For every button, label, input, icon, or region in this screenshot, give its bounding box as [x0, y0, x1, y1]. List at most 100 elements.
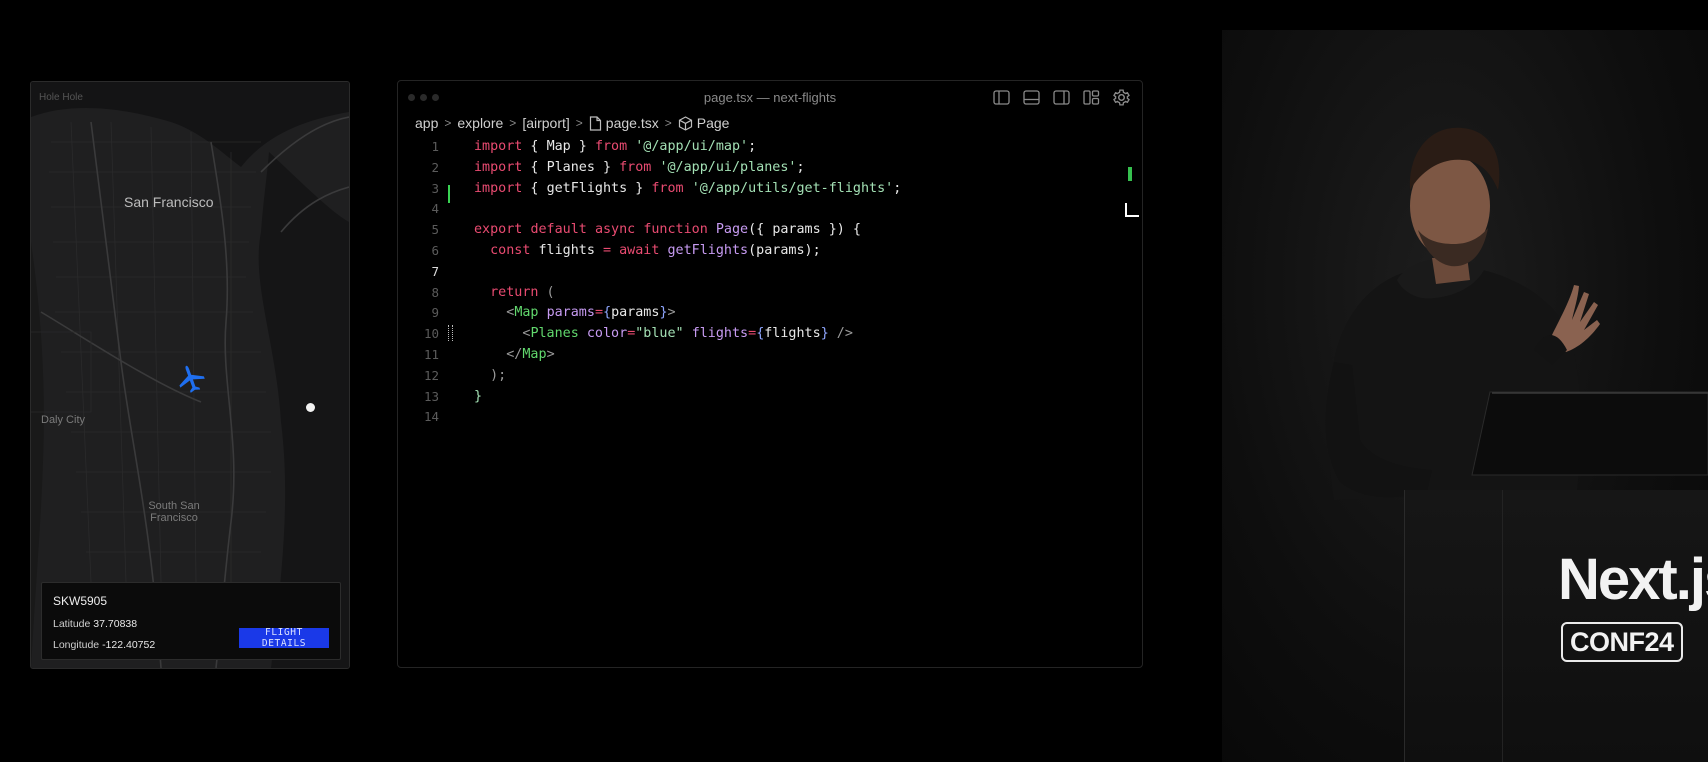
chevron-right-icon: > [509, 116, 517, 130]
airplane-icon[interactable] [175, 363, 207, 395]
code-token: ; [796, 159, 805, 175]
layout-toolbar [991, 87, 1132, 108]
latitude-label: Latitude [53, 618, 91, 630]
code-token: { [603, 305, 612, 321]
code-text: import { Map } from '@/app/ui/map'; [474, 137, 756, 158]
city-label-san-francisco: San Francisco [124, 194, 214, 210]
code-token: ({ [748, 222, 773, 238]
symbol-cube-icon [678, 115, 692, 131]
code-token: async [594, 222, 636, 238]
latitude-row: Latitude 37.70838 [53, 618, 137, 630]
code-token: flights [764, 326, 821, 342]
git-added-marker [448, 185, 450, 203]
chevron-right-icon: > [444, 116, 452, 130]
longitude-label: Longitude [53, 639, 100, 651]
longitude-row: Longitude -122.40752 [53, 639, 155, 651]
code-token: ; [893, 180, 902, 196]
code-text: import { getFlights } from '@/app/utils/… [474, 179, 901, 200]
line-number: 1 [431, 139, 439, 154]
code-token: function [643, 222, 708, 238]
layout-customize-icon[interactable] [1081, 87, 1102, 108]
code-token: }) { [820, 222, 861, 238]
breadcrumb-app[interactable]: app [415, 115, 438, 131]
code-token: "blue" [635, 326, 684, 342]
code-token: ( [538, 284, 555, 300]
code-token: Map [546, 139, 571, 154]
code-token: params [546, 305, 595, 321]
code-token: ; [748, 139, 757, 154]
code-text: <Planes color="blue" flights={flights} /… [474, 324, 853, 345]
line-number: 5 [431, 222, 439, 238]
code-token: Map [514, 305, 539, 321]
code-text: const flights = await getFlights(params)… [474, 241, 821, 262]
gear-icon[interactable] [1111, 87, 1132, 108]
minimap-viewport-marker[interactable] [1125, 203, 1139, 217]
code-token: < [474, 305, 515, 321]
map-panel[interactable]: Hole Hole San Francisco Daly City South … [30, 81, 350, 669]
code-token: Planes [546, 159, 595, 175]
breadcrumb-file[interactable]: page.tsx [606, 115, 659, 131]
code-token: { [522, 159, 547, 175]
city-label-daly-city: Daly City [41, 414, 86, 426]
speaker-video: Next.js CONF24 [1222, 30, 1708, 762]
panel-bottom-icon[interactable] [1021, 87, 1042, 108]
code-token: color [586, 326, 628, 342]
code-token: { [522, 180, 547, 196]
code-token: flights [691, 326, 749, 342]
flight-card: SKW5905 Latitude 37.70838 Longitude -122… [41, 582, 341, 660]
line-number: 14 [423, 409, 439, 425]
code-token: = [594, 305, 603, 321]
code-token: import [474, 139, 523, 154]
code-token: flights [530, 242, 603, 258]
code-token: ); [474, 367, 507, 383]
code-token: } [594, 159, 620, 175]
breadcrumb-airport[interactable]: [airport] [522, 115, 569, 131]
line-number: 9 [431, 305, 439, 321]
code-token: getFlights [667, 242, 749, 258]
line-number: 11 [423, 346, 439, 362]
code-editor-window[interactable]: page.tsx — next-flights app > explore > … [397, 80, 1143, 668]
line-number: 8 [431, 284, 439, 300]
code-token: default [530, 222, 587, 238]
code-token: return [490, 284, 539, 300]
code-text: <Map params={params}> [474, 303, 675, 324]
file-icon [589, 115, 601, 131]
code-token: } [659, 305, 668, 321]
code-token: = [748, 326, 757, 342]
conf-badge: CONF24 [1561, 622, 1683, 662]
sidebar-left-icon[interactable] [991, 87, 1012, 108]
code-token: from [594, 139, 628, 154]
code-text: ); [474, 366, 506, 387]
code-token: > [546, 346, 555, 362]
nextjs-logo: Next.js [1558, 547, 1708, 612]
code-token: } [570, 139, 595, 154]
flight-details-button[interactable]: FLIGHT DETAILS [239, 627, 329, 649]
breadcrumb-explore[interactable]: explore [457, 115, 503, 131]
code-token: await [619, 242, 660, 258]
breadcrumb: app > explore > [airport] > page.tsx > P… [415, 115, 729, 131]
sidebar-right-icon[interactable] [1051, 87, 1072, 108]
latitude-value: 37.70838 [93, 618, 138, 630]
breadcrumb-symbol[interactable]: Page [697, 115, 730, 131]
line-number: 3 [431, 180, 439, 196]
code-token: </ [474, 346, 523, 362]
line-number: 10 [423, 326, 439, 342]
code-token: (params); [748, 242, 821, 258]
code-token: '@/app/ui/planes' [659, 159, 797, 175]
code-token: '@/app/utils/get-flights' [691, 180, 894, 196]
code-token: '@/app/ui/map' [635, 139, 749, 154]
code-text: return ( [474, 283, 555, 304]
code-token: params [772, 222, 821, 238]
code-token: import [474, 159, 523, 175]
minimap-change-marker [1128, 167, 1132, 181]
code-token: Map [522, 346, 547, 362]
code-token: export [474, 222, 523, 238]
